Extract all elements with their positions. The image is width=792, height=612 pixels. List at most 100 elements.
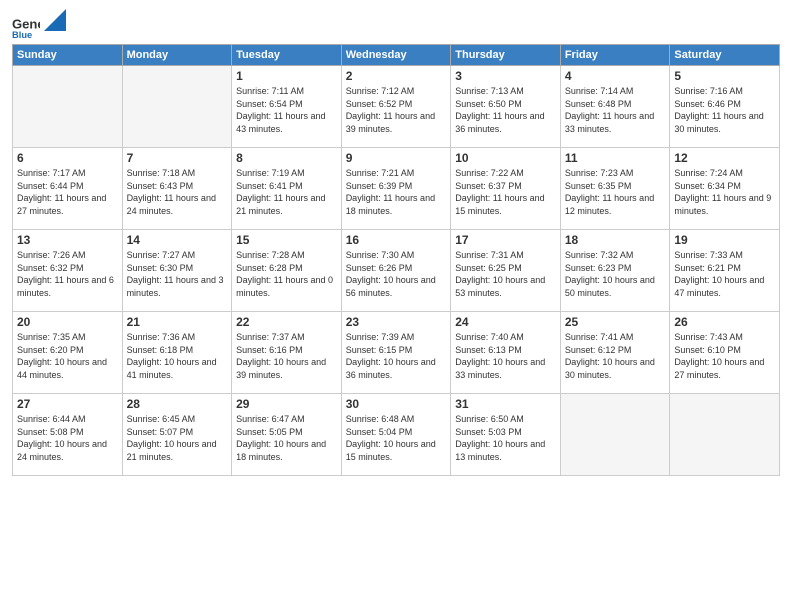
day-info: Sunrise: 7:27 AM Sunset: 6:30 PM Dayligh…	[127, 249, 228, 299]
day-info: Sunrise: 7:17 AM Sunset: 6:44 PM Dayligh…	[17, 167, 118, 217]
day-number: 22	[236, 315, 337, 329]
day-number: 29	[236, 397, 337, 411]
calendar-cell: 14 Sunrise: 7:27 AM Sunset: 6:30 PM Dayli…	[122, 230, 232, 312]
calendar-cell	[13, 66, 123, 148]
calendar-cell	[122, 66, 232, 148]
calendar-cell: 23 Sunrise: 7:39 AM Sunset: 6:15 PM Dayli…	[341, 312, 451, 394]
day-number: 23	[346, 315, 447, 329]
day-info: Sunrise: 6:44 AM Sunset: 5:08 PM Dayligh…	[17, 413, 118, 463]
day-info: Sunrise: 7:21 AM Sunset: 6:39 PM Dayligh…	[346, 167, 447, 217]
day-number: 7	[127, 151, 228, 165]
weekday-header-sunday: Sunday	[13, 45, 123, 66]
calendar-cell: 21Sunrise: 7:36 AM Sunset: 6:18 PM Dayli…	[122, 312, 232, 394]
day-info: Sunrise: 7:18 AM Sunset: 6:43 PM Dayligh…	[127, 167, 228, 217]
weekday-header-wednesday: Wednesday	[341, 45, 451, 66]
day-info: Sunrise: 7:31 AM Sunset: 6:25 PM Dayligh…	[455, 249, 556, 299]
weekday-header-monday: Monday	[122, 45, 232, 66]
day-info: Sunrise: 6:47 AM Sunset: 5:05 PM Dayligh…	[236, 413, 337, 463]
day-number: 3	[455, 69, 556, 83]
day-info: Sunrise: 7:39 AM Sunset: 6:15 PM Dayligh…	[346, 331, 447, 381]
calendar-cell: 5 Sunrise: 7:16 AM Sunset: 6:46 PM Daylig…	[670, 66, 780, 148]
day-number: 4	[565, 69, 666, 83]
day-number: 19	[674, 233, 775, 247]
logo-icon: General Blue	[12, 10, 40, 38]
day-number: 14	[127, 233, 228, 247]
day-info: Sunrise: 7:22 AM Sunset: 6:37 PM Dayligh…	[455, 167, 556, 217]
day-number: 31	[455, 397, 556, 411]
day-number: 13	[17, 233, 118, 247]
day-number: 24	[455, 315, 556, 329]
day-info: Sunrise: 6:48 AM Sunset: 5:04 PM Dayligh…	[346, 413, 447, 463]
day-number: 15	[236, 233, 337, 247]
day-info: Sunrise: 7:26 AM Sunset: 6:32 PM Dayligh…	[17, 249, 118, 299]
day-info: Sunrise: 7:41 AM Sunset: 6:12 PM Dayligh…	[565, 331, 666, 381]
calendar-cell: 20Sunrise: 7:35 AM Sunset: 6:20 PM Dayli…	[13, 312, 123, 394]
calendar-cell: 9 Sunrise: 7:21 AM Sunset: 6:39 PM Daylig…	[341, 148, 451, 230]
calendar-cell: 27 Sunrise: 6:44 AM Sunset: 5:08 PM Dayli…	[13, 394, 123, 476]
logo: General Blue	[12, 10, 66, 38]
day-info: Sunrise: 7:24 AM Sunset: 6:34 PM Dayligh…	[674, 167, 775, 217]
day-number: 2	[346, 69, 447, 83]
day-number: 26	[674, 315, 775, 329]
day-number: 12	[674, 151, 775, 165]
calendar-cell: 17Sunrise: 7:31 AM Sunset: 6:25 PM Dayli…	[451, 230, 561, 312]
calendar-cell: 31 Sunrise: 6:50 AM Sunset: 5:03 PM Dayli…	[451, 394, 561, 476]
page-header: General Blue	[12, 10, 780, 38]
calendar-cell: 2 Sunrise: 7:12 AM Sunset: 6:52 PM Daylig…	[341, 66, 451, 148]
svg-text:Blue: Blue	[12, 30, 32, 38]
calendar-cell: 25Sunrise: 7:41 AM Sunset: 6:12 PM Dayli…	[560, 312, 670, 394]
calendar-cell: 28 Sunrise: 6:45 AM Sunset: 5:07 PM Dayli…	[122, 394, 232, 476]
calendar-table: SundayMondayTuesdayWednesdayThursdayFrid…	[12, 44, 780, 476]
calendar-cell: 4 Sunrise: 7:14 AM Sunset: 6:48 PM Daylig…	[560, 66, 670, 148]
calendar-week-1: 1 Sunrise: 7:11 AM Sunset: 6:54 PM Daylig…	[13, 66, 780, 148]
weekday-header-thursday: Thursday	[451, 45, 561, 66]
weekday-header-tuesday: Tuesday	[232, 45, 342, 66]
day-info: Sunrise: 7:19 AM Sunset: 6:41 PM Dayligh…	[236, 167, 337, 217]
day-info: Sunrise: 7:36 AM Sunset: 6:18 PM Dayligh…	[127, 331, 228, 381]
day-number: 1	[236, 69, 337, 83]
day-number: 11	[565, 151, 666, 165]
day-info: Sunrise: 6:50 AM Sunset: 5:03 PM Dayligh…	[455, 413, 556, 463]
calendar-week-5: 27 Sunrise: 6:44 AM Sunset: 5:08 PM Dayli…	[13, 394, 780, 476]
day-number: 16	[346, 233, 447, 247]
calendar-cell: 22 Sunrise: 7:37 AM Sunset: 6:16 PM Dayli…	[232, 312, 342, 394]
day-number: 28	[127, 397, 228, 411]
calendar-cell: 26Sunrise: 7:43 AM Sunset: 6:10 PM Dayli…	[670, 312, 780, 394]
calendar-cell	[560, 394, 670, 476]
day-number: 5	[674, 69, 775, 83]
calendar-cell	[670, 394, 780, 476]
calendar-body: 1 Sunrise: 7:11 AM Sunset: 6:54 PM Daylig…	[13, 66, 780, 476]
calendar-cell: 18Sunrise: 7:32 AM Sunset: 6:23 PM Dayli…	[560, 230, 670, 312]
day-info: Sunrise: 7:11 AM Sunset: 6:54 PM Dayligh…	[236, 85, 337, 135]
day-info: Sunrise: 7:14 AM Sunset: 6:48 PM Dayligh…	[565, 85, 666, 135]
logo-triangle-icon	[44, 9, 66, 31]
day-number: 27	[17, 397, 118, 411]
weekday-header-saturday: Saturday	[670, 45, 780, 66]
day-number: 20	[17, 315, 118, 329]
day-info: Sunrise: 6:45 AM Sunset: 5:07 PM Dayligh…	[127, 413, 228, 463]
day-info: Sunrise: 7:40 AM Sunset: 6:13 PM Dayligh…	[455, 331, 556, 381]
day-info: Sunrise: 7:16 AM Sunset: 6:46 PM Dayligh…	[674, 85, 775, 135]
day-info: Sunrise: 7:33 AM Sunset: 6:21 PM Dayligh…	[674, 249, 775, 299]
day-info: Sunrise: 7:12 AM Sunset: 6:52 PM Dayligh…	[346, 85, 447, 135]
calendar-week-2: 6Sunrise: 7:17 AM Sunset: 6:44 PM Daylig…	[13, 148, 780, 230]
day-info: Sunrise: 7:13 AM Sunset: 6:50 PM Dayligh…	[455, 85, 556, 135]
calendar-cell: 16Sunrise: 7:30 AM Sunset: 6:26 PM Dayli…	[341, 230, 451, 312]
calendar-cell: 13 Sunrise: 7:26 AM Sunset: 6:32 PM Dayli…	[13, 230, 123, 312]
calendar-cell: 12 Sunrise: 7:24 AM Sunset: 6:34 PM Dayli…	[670, 148, 780, 230]
calendar-header: SundayMondayTuesdayWednesdayThursdayFrid…	[13, 45, 780, 66]
day-info: Sunrise: 7:37 AM Sunset: 6:16 PM Dayligh…	[236, 331, 337, 381]
calendar-cell: 10 Sunrise: 7:22 AM Sunset: 6:37 PM Dayli…	[451, 148, 561, 230]
calendar-week-3: 13 Sunrise: 7:26 AM Sunset: 6:32 PM Dayli…	[13, 230, 780, 312]
calendar-cell: 11 Sunrise: 7:23 AM Sunset: 6:35 PM Dayli…	[560, 148, 670, 230]
weekday-header-friday: Friday	[560, 45, 670, 66]
day-number: 30	[346, 397, 447, 411]
calendar-cell: 1 Sunrise: 7:11 AM Sunset: 6:54 PM Daylig…	[232, 66, 342, 148]
day-info: Sunrise: 7:23 AM Sunset: 6:35 PM Dayligh…	[565, 167, 666, 217]
day-number: 10	[455, 151, 556, 165]
day-number: 9	[346, 151, 447, 165]
calendar-cell: 3 Sunrise: 7:13 AM Sunset: 6:50 PM Daylig…	[451, 66, 561, 148]
calendar-week-4: 20Sunrise: 7:35 AM Sunset: 6:20 PM Dayli…	[13, 312, 780, 394]
calendar-cell: 6Sunrise: 7:17 AM Sunset: 6:44 PM Daylig…	[13, 148, 123, 230]
calendar-cell: 19 Sunrise: 7:33 AM Sunset: 6:21 PM Dayli…	[670, 230, 780, 312]
